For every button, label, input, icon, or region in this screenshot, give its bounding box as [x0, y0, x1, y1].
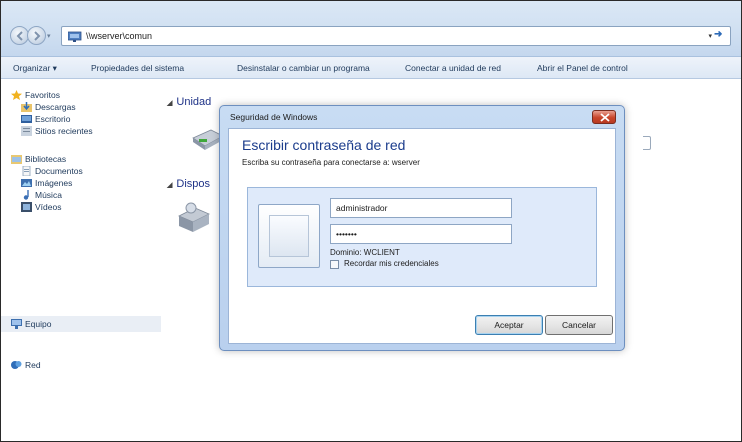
dialog-heading: Escribir contraseña de red: [242, 137, 406, 153]
nav-libraries-label: Bibliotecas: [25, 154, 67, 164]
address-bar-region: ▾ \\wserver\comun ▾ ➜: [1, 1, 741, 57]
nav-downloads-label: Descargas: [35, 102, 76, 112]
documents-icon: [22, 166, 31, 176]
forward-arrow-icon: [34, 31, 41, 41]
dialog-body: Escribir contraseña de red Escriba su co…: [228, 128, 616, 344]
nav-desktop-label: Escritorio: [35, 114, 71, 124]
map-network-drive-button[interactable]: Conectar a unidad de red: [405, 63, 501, 73]
recent-pages-dropdown[interactable]: ▾: [47, 32, 51, 40]
uninstall-program-button[interactable]: Desinstalar o cambiar un programa: [237, 63, 370, 73]
group-drives-label: Unidad: [176, 96, 212, 108]
group-drives-header[interactable]: ◢ Unidad: [167, 96, 211, 108]
partial-item-border: [643, 136, 651, 150]
password-field[interactable]: [330, 224, 512, 244]
nav-recent-label: Sitios recientes: [35, 126, 93, 136]
forward-button[interactable]: [27, 26, 46, 45]
downloads-icon: [21, 102, 32, 112]
organize-menu[interactable]: Organizar ▾: [13, 63, 57, 74]
group-devices-header[interactable]: ◢ Dispos: [167, 178, 210, 190]
network-folder-icon: [68, 31, 82, 42]
cancel-button[interactable]: Cancelar: [545, 315, 613, 335]
remember-credentials-label[interactable]: Recordar mis credenciales: [344, 259, 439, 268]
domain-label: Dominio: WCLIENT: [330, 248, 400, 257]
remember-credentials-checkbox[interactable]: [330, 260, 339, 269]
nav-computer-label: Equipo: [25, 319, 52, 329]
user-avatar: [269, 215, 309, 257]
username-field[interactable]: [330, 198, 512, 218]
navigation-pane: Favoritos Descargas Escritorio Sitios re…: [1, 80, 161, 441]
close-icon: [600, 113, 610, 122]
star-icon: [11, 90, 22, 100]
address-field[interactable]: \\wserver\comun ▾ ➜: [61, 26, 731, 46]
explorer-window: ▾ \\wserver\comun ▾ ➜ Organizar ▾ Propie…: [0, 0, 742, 442]
windows-security-dialog: Seguridad de Windows Escribir contraseña…: [219, 105, 625, 351]
nav-network-label: Red: [25, 360, 41, 370]
address-text: \\wserver\comun: [86, 31, 153, 41]
dialog-title: Seguridad de Windows: [230, 112, 318, 122]
desktop-icon: [21, 115, 32, 123]
go-arrow-icon[interactable]: ➜: [714, 29, 728, 43]
nav-documents-label: Documentos: [35, 166, 83, 176]
nav-favorites-label: Favoritos: [25, 90, 60, 100]
password-input[interactable]: [331, 225, 511, 243]
network-icon: [11, 361, 22, 369]
system-properties-button[interactable]: Propiedades del sistema: [91, 63, 184, 73]
ok-button[interactable]: Aceptar: [475, 315, 543, 335]
device-icon[interactable]: [175, 200, 211, 240]
nav-pictures-label: Imágenes: [35, 178, 73, 188]
open-control-panel-button[interactable]: Abrir el Panel de control: [537, 63, 628, 73]
group-devices-label: Dispos: [176, 178, 211, 190]
dialog-subtitle: Escriba su contraseña para conectarse a:…: [242, 158, 420, 167]
user-picture-frame: [258, 204, 320, 268]
back-arrow-icon: [16, 31, 23, 41]
nav-videos-label: Vídeos: [35, 202, 62, 212]
music-icon: [23, 190, 29, 200]
credential-tile[interactable]: Dominio: WCLIENT Recordar mis credencial…: [247, 187, 597, 287]
dialog-close-button[interactable]: [592, 110, 616, 124]
command-bar: Organizar ▾ Propiedades del sistema Desi…: [1, 57, 741, 79]
videos-icon: [21, 202, 32, 212]
nav-music-label: Música: [35, 190, 62, 200]
pictures-icon: [21, 179, 32, 187]
computer-icon: [11, 319, 22, 329]
recent-places-icon: [21, 126, 32, 136]
address-dropdown-icon[interactable]: ▾: [708, 32, 712, 40]
libraries-icon: [11, 155, 22, 164]
username-input[interactable]: [331, 199, 511, 217]
